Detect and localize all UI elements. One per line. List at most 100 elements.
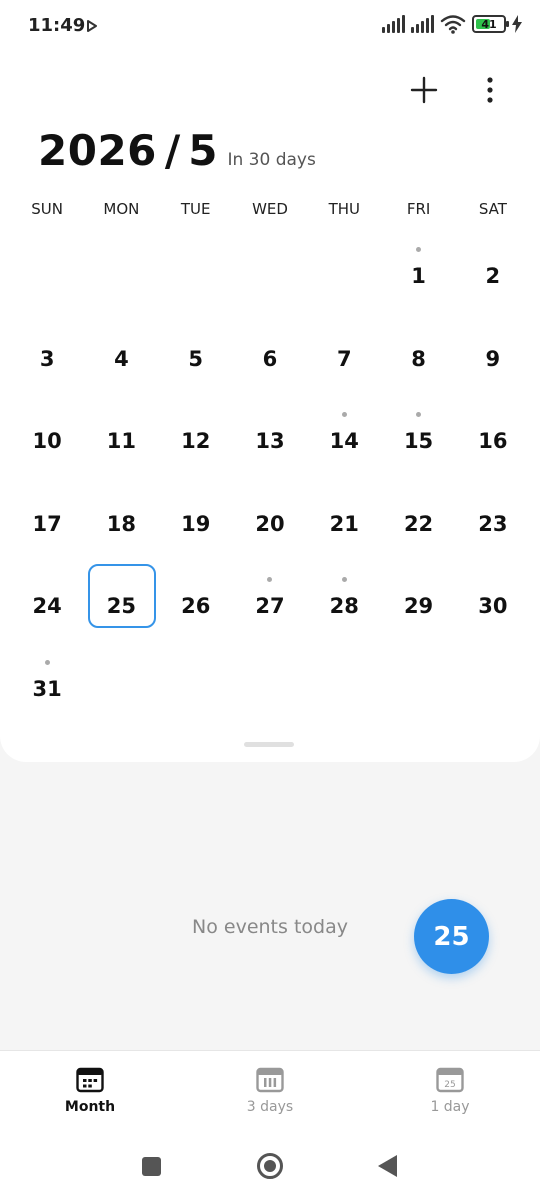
day-cell[interactable]: 12 bbox=[159, 398, 233, 481]
day-cell[interactable]: 17 bbox=[10, 481, 84, 564]
day-cell[interactable]: 14 bbox=[307, 398, 381, 481]
day-number: 12 bbox=[181, 429, 211, 454]
empty-day-cell bbox=[307, 233, 381, 316]
three-days-icon bbox=[256, 1067, 284, 1093]
empty-day-cell bbox=[233, 233, 307, 316]
day-number: 14 bbox=[329, 429, 359, 454]
day-number: 5 bbox=[188, 346, 204, 371]
weekday-header: SUN MON TUE WED THU FRI SAT bbox=[10, 200, 530, 218]
title-separator: / bbox=[164, 126, 181, 175]
day-cell[interactable]: 15 bbox=[381, 398, 455, 481]
event-dot bbox=[44, 659, 50, 665]
back-button[interactable] bbox=[378, 1155, 397, 1177]
selected-day-outline bbox=[88, 564, 157, 628]
event-dot bbox=[267, 577, 273, 582]
day-cell[interactable]: 29 bbox=[381, 563, 455, 646]
event-dot bbox=[341, 412, 347, 417]
day-cell[interactable]: 23 bbox=[456, 481, 530, 564]
play-store-icon bbox=[87, 20, 97, 32]
weekday-fri: FRI bbox=[406, 200, 431, 218]
day-number: 24 bbox=[32, 594, 62, 619]
day-number: 23 bbox=[478, 511, 508, 536]
day-cell[interactable]: 25 bbox=[84, 563, 158, 646]
weekday-wed: WED bbox=[252, 200, 288, 218]
day-number: 18 bbox=[106, 511, 137, 536]
day-cell[interactable]: 18 bbox=[84, 481, 158, 564]
status-time: 11:49 bbox=[28, 15, 86, 36]
title-year: 2026 bbox=[38, 126, 157, 175]
status-bar: 11:49 41 bbox=[0, 0, 540, 52]
tab-month[interactable]: Month bbox=[0, 1051, 180, 1140]
drag-handle[interactable] bbox=[244, 742, 294, 747]
day-number: 17 bbox=[32, 511, 62, 536]
day-number: 22 bbox=[403, 511, 434, 536]
title-month: 5 bbox=[188, 126, 218, 175]
empty-day-cell bbox=[159, 233, 233, 316]
day-cell[interactable]: 28 bbox=[307, 563, 381, 646]
day-number: 4 bbox=[114, 346, 129, 371]
day-cell[interactable]: 7 bbox=[307, 316, 381, 399]
more-vertical-icon bbox=[487, 77, 493, 103]
system-nav-bar bbox=[0, 1140, 540, 1199]
add-event-button[interactable] bbox=[404, 70, 444, 110]
day-cell[interactable]: 5 bbox=[159, 316, 233, 399]
one-day-icon: 25 bbox=[436, 1067, 464, 1093]
day-cell[interactable]: 3 bbox=[10, 316, 84, 399]
battery-level: 41 bbox=[481, 17, 497, 31]
day-cell[interactable]: 20 bbox=[233, 481, 307, 564]
day-cell[interactable]: 2 bbox=[456, 233, 530, 316]
signal-icon-2 bbox=[411, 15, 434, 33]
day-cell[interactable]: 30 bbox=[456, 563, 530, 646]
tab-1-day[interactable]: 25 1 day bbox=[360, 1051, 540, 1140]
day-number: 26 bbox=[181, 594, 211, 619]
day-cell[interactable]: 24 bbox=[10, 563, 84, 646]
today-button[interactable]: 25 bbox=[414, 899, 489, 974]
view-tabs: Month 3 days 25 1 day bbox=[0, 1050, 540, 1140]
day-number: 13 bbox=[255, 429, 285, 454]
day-cell[interactable]: 13 bbox=[233, 398, 307, 481]
month-title[interactable]: 2026 / 5 In 30 days bbox=[38, 126, 316, 175]
day-number: 27 bbox=[255, 594, 285, 619]
day-number: 31 bbox=[32, 676, 62, 701]
day-number: 19 bbox=[181, 511, 211, 536]
day-cell[interactable]: 1 bbox=[381, 233, 455, 316]
day-cell[interactable]: 21 bbox=[307, 481, 381, 564]
event-dot bbox=[416, 412, 422, 417]
day-cell[interactable]: 8 bbox=[381, 316, 455, 399]
day-cell[interactable]: 22 bbox=[381, 481, 455, 564]
month-grid: 1 2 3 4 5 6 7 8 9 10 11 12 13 14 15 16 17 18 19 20 21 22 23 24 2… bbox=[10, 233, 530, 728]
event-dot bbox=[416, 247, 422, 252]
weekday-tue: TUE bbox=[180, 200, 211, 218]
status-icons: 41 bbox=[382, 14, 522, 34]
day-number: 11 bbox=[106, 429, 137, 454]
tab-3-days-label: 3 days bbox=[246, 1099, 294, 1115]
day-cell[interactable]: 19 bbox=[159, 481, 233, 564]
day-cell[interactable]: 6 bbox=[233, 316, 307, 399]
home-button[interactable] bbox=[257, 1153, 283, 1179]
day-cell[interactable]: 16 bbox=[456, 398, 530, 481]
wifi-icon bbox=[440, 15, 466, 34]
day-number: 1 bbox=[411, 264, 426, 289]
tab-3-days[interactable]: 3 days bbox=[180, 1051, 360, 1140]
day-number: 8 bbox=[411, 346, 426, 371]
day-number: 20 bbox=[255, 511, 285, 536]
calendar-sheet: 2026 / 5 In 30 days SUN MON TUE WED THU … bbox=[0, 52, 540, 762]
day-number: 9 bbox=[485, 346, 501, 371]
day-cell[interactable]: 4 bbox=[84, 316, 158, 399]
weekday-thu: THU bbox=[328, 200, 360, 218]
day-cell[interactable]: 27 bbox=[233, 563, 307, 646]
more-options-button[interactable] bbox=[472, 70, 508, 110]
one-day-icon-date: 25 bbox=[444, 1080, 455, 1090]
weekday-sat: SAT bbox=[478, 200, 507, 218]
day-number: 21 bbox=[329, 511, 359, 536]
day-number: 7 bbox=[336, 346, 352, 371]
battery-icon: 41 bbox=[472, 15, 509, 33]
day-cell[interactable]: 9 bbox=[456, 316, 530, 399]
day-cell[interactable]: 26 bbox=[159, 563, 233, 646]
recents-button[interactable] bbox=[142, 1157, 161, 1176]
day-cell[interactable]: 11 bbox=[84, 398, 158, 481]
tab-month-label: Month bbox=[64, 1099, 116, 1115]
day-cell[interactable]: 10 bbox=[10, 398, 84, 481]
days-until-label: In 30 days bbox=[227, 150, 316, 170]
day-cell[interactable]: 31 bbox=[10, 646, 84, 729]
